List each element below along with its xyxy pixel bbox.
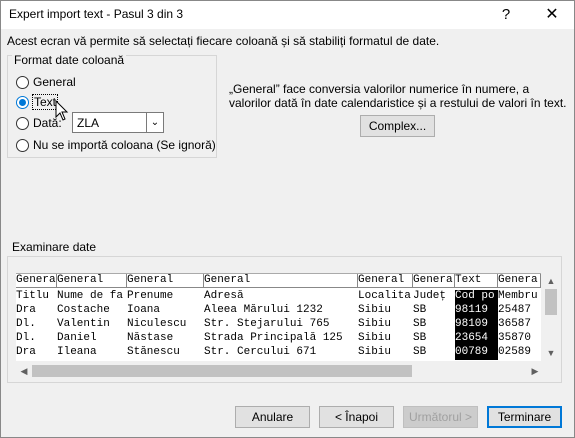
radio-label-text: Text	[31, 94, 59, 110]
date-format-select[interactable]: ZLA ⌄	[72, 112, 164, 133]
title-bar: Expert import text - Pasul 3 din 3 ? ✕	[1, 1, 574, 29]
radio-skip[interactable]: Nu se importă coloana (Se ignoră)	[16, 137, 216, 153]
preview-cell: Prenume	[127, 290, 174, 302]
preview-cell: Cod po	[455, 290, 498, 304]
column-header[interactable]: General	[204, 274, 358, 288]
radio-label-skip: Nu se importă coloana (Se ignoră)	[33, 138, 216, 152]
preview-cell: Dl.	[16, 332, 36, 344]
preview-cell: Ileana	[57, 346, 97, 358]
horizontal-scroll-thumb[interactable]	[32, 365, 412, 377]
radio-label-general: General	[33, 75, 76, 89]
intro-text: Acest ecran vă permite să selectați fiec…	[7, 34, 440, 48]
horizontal-scrollbar[interactable]: ◀ ▶	[16, 363, 543, 379]
preview-cell: 02589	[498, 346, 532, 358]
preview-cell: Năstase	[127, 332, 174, 344]
preview-cell: Str. Stejarului 765	[204, 318, 330, 330]
cancel-button[interactable]: Anulare	[235, 406, 310, 428]
preview-cell: Ioana	[127, 304, 161, 316]
preview-cell: SB	[413, 332, 427, 344]
help-icon[interactable]: ?	[483, 1, 529, 29]
format-description: „General” face conversia valorilor numer…	[229, 82, 567, 110]
back-button[interactable]: < Înapoi	[319, 406, 394, 428]
radio-circle-date[interactable]	[16, 116, 29, 130]
preview-cell: Costache	[57, 304, 110, 316]
preview-cell: 00789	[455, 346, 498, 360]
column-header[interactable]: General	[57, 274, 127, 288]
preview-cell: Valentin	[57, 318, 110, 330]
preview-cell: 23654	[455, 332, 498, 346]
radio-circle-general[interactable]	[16, 75, 29, 89]
preview-cell: Str. Cercului 671	[204, 346, 317, 358]
scroll-down-icon[interactable]: ▼	[543, 345, 559, 361]
preview-cell: Sibiu	[358, 318, 392, 330]
preview-cell: Membru	[498, 290, 538, 302]
window-title: Expert import text - Pasul 3 din 3	[9, 7, 184, 21]
next-button: Următorul >	[403, 406, 478, 428]
radio-text[interactable]: Text	[16, 94, 59, 110]
radio-general[interactable]: General	[16, 74, 76, 90]
finish-button[interactable]: Terminare	[487, 406, 562, 428]
preview-cell: Titlu	[16, 290, 50, 302]
column-header[interactable]: Genera	[413, 274, 455, 288]
preview-cell: SB	[413, 304, 427, 316]
scroll-up-icon[interactable]: ▲	[543, 273, 559, 289]
preview-cell: 98119	[455, 304, 498, 318]
preview-cell: Sibiu	[358, 332, 392, 344]
scroll-left-icon[interactable]: ◀	[16, 363, 32, 379]
preview-cell: Stănescu	[127, 346, 180, 358]
preview-cell: Sibiu	[358, 304, 392, 316]
close-icon[interactable]: ✕	[529, 1, 575, 29]
preview-cell: Sibiu	[358, 346, 392, 358]
column-header[interactable]: Text	[455, 274, 498, 288]
vertical-scroll-thumb[interactable]	[545, 289, 557, 315]
complex-button[interactable]: Complex...	[360, 115, 435, 137]
preview-cell: Adresă	[204, 290, 244, 302]
scroll-right-icon[interactable]: ▶	[527, 363, 543, 379]
column-header[interactable]: Genera	[498, 274, 541, 288]
preview-cell: Localita	[358, 290, 411, 302]
preview-cell: SB	[413, 346, 427, 358]
preview-cell: Dra	[16, 346, 36, 358]
preview-cell: Dra	[16, 304, 36, 316]
radio-circle-text[interactable]	[16, 95, 29, 109]
column-format-legend: Format date coloană	[12, 53, 127, 67]
preview-cell: Daniel	[57, 332, 97, 344]
preview-label: Examinare date	[12, 240, 97, 254]
column-header[interactable]: General	[358, 274, 413, 288]
preview-cell: Niculescu	[127, 318, 187, 330]
column-header[interactable]: Genera	[16, 274, 57, 288]
column-header[interactable]: General	[127, 274, 204, 288]
preview-cell: 36587	[498, 318, 532, 330]
preview-cell: Județ	[413, 290, 447, 302]
radio-circle-skip[interactable]	[16, 138, 29, 152]
preview-grid[interactable]: Genera General General General General Genera…	[16, 273, 541, 361]
preview-cell: 25487	[498, 304, 532, 316]
preview-cell: Nume de fa	[57, 290, 124, 302]
preview-cell: Aleea Mărului 1232	[204, 304, 323, 316]
preview-cell: SB	[413, 318, 427, 330]
chevron-down-icon[interactable]: ⌄	[146, 113, 163, 132]
mouse-pointer-icon	[55, 100, 69, 121]
vertical-scrollbar[interactable]: ▲ ▼	[543, 273, 559, 361]
preview-cell: 98109	[455, 318, 498, 332]
preview-cell: Dl.	[16, 318, 36, 330]
preview-cell: Strada Principală 125	[204, 332, 343, 344]
date-format-value: ZLA	[77, 116, 100, 130]
preview-cell: 35870	[498, 332, 532, 344]
